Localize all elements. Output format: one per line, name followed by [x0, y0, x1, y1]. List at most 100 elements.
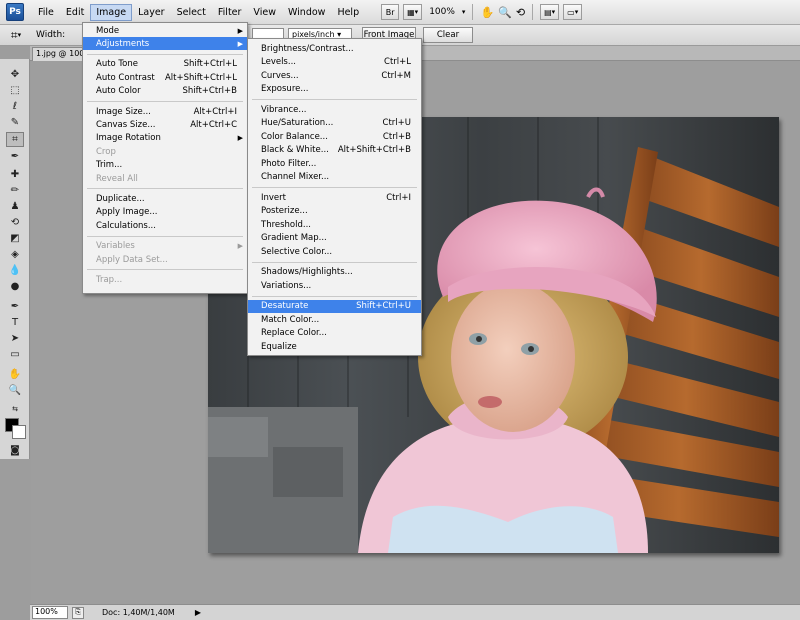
quick-selection-tool-icon[interactable]: ✎	[6, 115, 24, 130]
adjustments-menu-item-threshold[interactable]: Threshold...	[248, 218, 421, 231]
toolbar-divider	[532, 4, 534, 20]
image-menu-item-auto-color[interactable]: Auto Color Shift+Ctrl+B	[83, 85, 247, 98]
status-zoom-input[interactable]: 100%	[32, 606, 68, 619]
bridge-button[interactable]: Br	[381, 4, 400, 20]
menu-item-label: Variations...	[261, 280, 312, 291]
crop-tool-preset[interactable]: ⌗ ▾	[4, 27, 28, 44]
menu-item-label: Duplicate...	[96, 193, 145, 204]
adjustments-menu-item-desaturate[interactable]: Desaturate Shift+Ctrl+U	[248, 299, 421, 313]
menu-item-label: Apply Image...	[96, 207, 158, 218]
arrange-documents-button[interactable]: ▤ ▾	[540, 4, 560, 20]
path-selection-tool-icon[interactable]: ➤	[6, 331, 24, 346]
image-menu-item-auto-contrast[interactable]: Auto Contrast Alt+Shift+Ctrl+L	[83, 71, 247, 84]
adjustments-menu-item-invert[interactable]: Invert Ctrl+I	[248, 191, 421, 204]
hand-tool-icon[interactable]: ✋	[6, 367, 24, 382]
rotate-view-icon[interactable]: ⟲	[516, 6, 525, 19]
adjustments-menu-item-posterize[interactable]: Posterize...	[248, 205, 421, 218]
adjustments-submenu: Brightness/Contrast... Levels... Ctrl+L Cur…	[247, 38, 422, 356]
clone-stamp-tool-icon[interactable]: ♟	[6, 199, 24, 214]
menu-item-shortcut: Alt+Shift+Ctrl+B	[337, 145, 411, 155]
adjustments-menu-item-color-balance[interactable]: Color Balance... Ctrl+B	[248, 130, 421, 143]
menu-item-label: Replace Color...	[261, 328, 327, 338]
shape-tool-icon[interactable]: ▭	[6, 347, 24, 362]
menu-item-label: Trap...	[96, 274, 123, 285]
chevron-down-icon[interactable]: ▾	[462, 8, 466, 16]
image-menu-item-image-size[interactable]: Image Size... Alt+Ctrl+I	[83, 105, 247, 118]
blur-tool-icon[interactable]: 💧	[6, 263, 24, 278]
marquee-tool-icon[interactable]: ⬚	[6, 83, 24, 98]
image-menu-dropdown: Mode ▶ Adjustments ▶ Auto Tone Shift+Ctrl+L Au…	[82, 22, 248, 294]
clear-button[interactable]: Clear	[423, 27, 473, 43]
adjustments-menu-item-channel-mixer[interactable]: Channel Mixer...	[248, 171, 421, 184]
menu-separator	[252, 99, 417, 100]
image-menu-item-duplicate[interactable]: Duplicate...	[83, 192, 247, 205]
document-tab[interactable]: 1.jpg @ 100%	[32, 47, 86, 61]
image-menu-item-apply-image[interactable]: Apply Image...	[83, 206, 247, 219]
zoom-icon[interactable]: 🔍	[498, 6, 512, 19]
history-brush-tool-icon[interactable]: ⟲	[6, 215, 24, 230]
image-menu-item-variables: Variables ▶	[83, 240, 247, 253]
menu-edit[interactable]: Edit	[60, 4, 90, 21]
eraser-tool-icon[interactable]: ◩	[6, 231, 24, 246]
menu-file[interactable]: File	[32, 4, 60, 21]
zoom-level[interactable]: 100%	[426, 7, 458, 17]
menu-item-shortcut: Shift+Ctrl+U	[356, 301, 411, 311]
menu-item-shortcut: Ctrl+I	[386, 192, 411, 203]
quick-mask-icon[interactable]: ◙	[6, 443, 24, 458]
paint-bucket-tool-icon[interactable]: ◈	[6, 247, 24, 262]
menu-item-label: Image Rotation	[96, 133, 161, 144]
menu-view[interactable]: View	[247, 4, 282, 21]
swap-colors-icon[interactable]: ⇆	[6, 401, 24, 416]
crop-tool-icon[interactable]: ⌗	[6, 132, 24, 147]
adjustments-menu-item-curves[interactable]: Curves... Ctrl+M	[248, 69, 421, 82]
menu-select[interactable]: Select	[171, 4, 212, 21]
image-menu-item-mode[interactable]: Mode ▶	[83, 24, 247, 37]
menu-image[interactable]: Image	[90, 3, 133, 21]
type-tool-icon[interactable]: T	[6, 315, 24, 330]
pen-tool-icon[interactable]: ✒	[6, 299, 24, 314]
image-menu-item-calculations[interactable]: Calculations...	[83, 219, 247, 232]
image-menu-item-trim[interactable]: Trim...	[83, 159, 247, 172]
submenu-arrow-icon: ▶	[237, 26, 243, 35]
adjustments-menu-item-shadows-highlights[interactable]: Shadows/Highlights...	[248, 266, 421, 279]
image-menu-item-image-rotation[interactable]: Image Rotation ▶	[83, 132, 247, 145]
image-menu-item-auto-tone[interactable]: Auto Tone Shift+Ctrl+L	[83, 58, 247, 71]
healing-brush-tool-icon[interactable]: ✚	[6, 167, 24, 182]
background-color-swatch[interactable]	[12, 425, 26, 439]
chevron-right-icon[interactable]: ▶	[195, 608, 201, 617]
adjustments-menu-item-vibrance[interactable]: Vibrance...	[248, 103, 421, 116]
adjustments-menu-item-replace-color[interactable]: Replace Color...	[248, 327, 421, 340]
adjustments-menu-item-selective-color[interactable]: Selective Color...	[248, 245, 421, 258]
move-tool-icon[interactable]: ✥	[6, 67, 24, 82]
adjustments-menu-item-black-white[interactable]: Black & White... Alt+Shift+Ctrl+B	[248, 144, 421, 157]
eyedropper-tool-icon[interactable]: ✒	[6, 149, 24, 164]
status-info-icon[interactable]: ⎘	[72, 606, 84, 619]
adjustments-menu-item-exposure[interactable]: Exposure...	[248, 83, 421, 96]
menu-item-label: Adjustments	[96, 38, 150, 49]
adjustments-menu-item-brightness-contrast[interactable]: Brightness/Contrast...	[248, 42, 421, 55]
image-menu-item-adjustments[interactable]: Adjustments ▶	[83, 37, 247, 51]
menu-window[interactable]: Window	[282, 4, 331, 21]
adjustments-menu-item-gradient-map[interactable]: Gradient Map...	[248, 232, 421, 245]
adjustments-menu-item-photo-filter[interactable]: Photo Filter...	[248, 157, 421, 170]
menu-separator	[87, 188, 243, 190]
screen-mode-button[interactable]: ▭ ▾	[563, 4, 583, 20]
adjustments-menu-item-hue-saturation[interactable]: Hue/Saturation... Ctrl+U	[248, 117, 421, 130]
hand-icon[interactable]: ✋	[480, 6, 494, 19]
brush-tool-icon[interactable]: ✏	[6, 183, 24, 198]
adjustments-menu-item-equalize[interactable]: Equalize	[248, 340, 421, 353]
menu-layer[interactable]: Layer	[132, 4, 171, 21]
menu-filter[interactable]: Filter	[212, 4, 248, 21]
menu-item-label: Image Size...	[96, 106, 151, 117]
adjustments-menu-item-match-color[interactable]: Match Color...	[248, 313, 421, 326]
dodge-tool-icon[interactable]: ●	[6, 279, 24, 294]
menu-item-label: Invert	[261, 192, 286, 203]
menu-help[interactable]: Help	[331, 4, 365, 21]
menu-item-label: Vibrance...	[261, 104, 307, 115]
zoom-tool-icon[interactable]: 🔍	[6, 383, 24, 398]
adjustments-menu-item-levels[interactable]: Levels... Ctrl+L	[248, 56, 421, 69]
adjustments-menu-item-variations[interactable]: Variations...	[248, 279, 421, 292]
image-menu-item-canvas-size[interactable]: Canvas Size... Alt+Ctrl+C	[83, 118, 247, 131]
lasso-tool-icon[interactable]: ℓ	[6, 99, 24, 114]
view-extras-button[interactable]: ▦ ▾	[403, 4, 423, 20]
